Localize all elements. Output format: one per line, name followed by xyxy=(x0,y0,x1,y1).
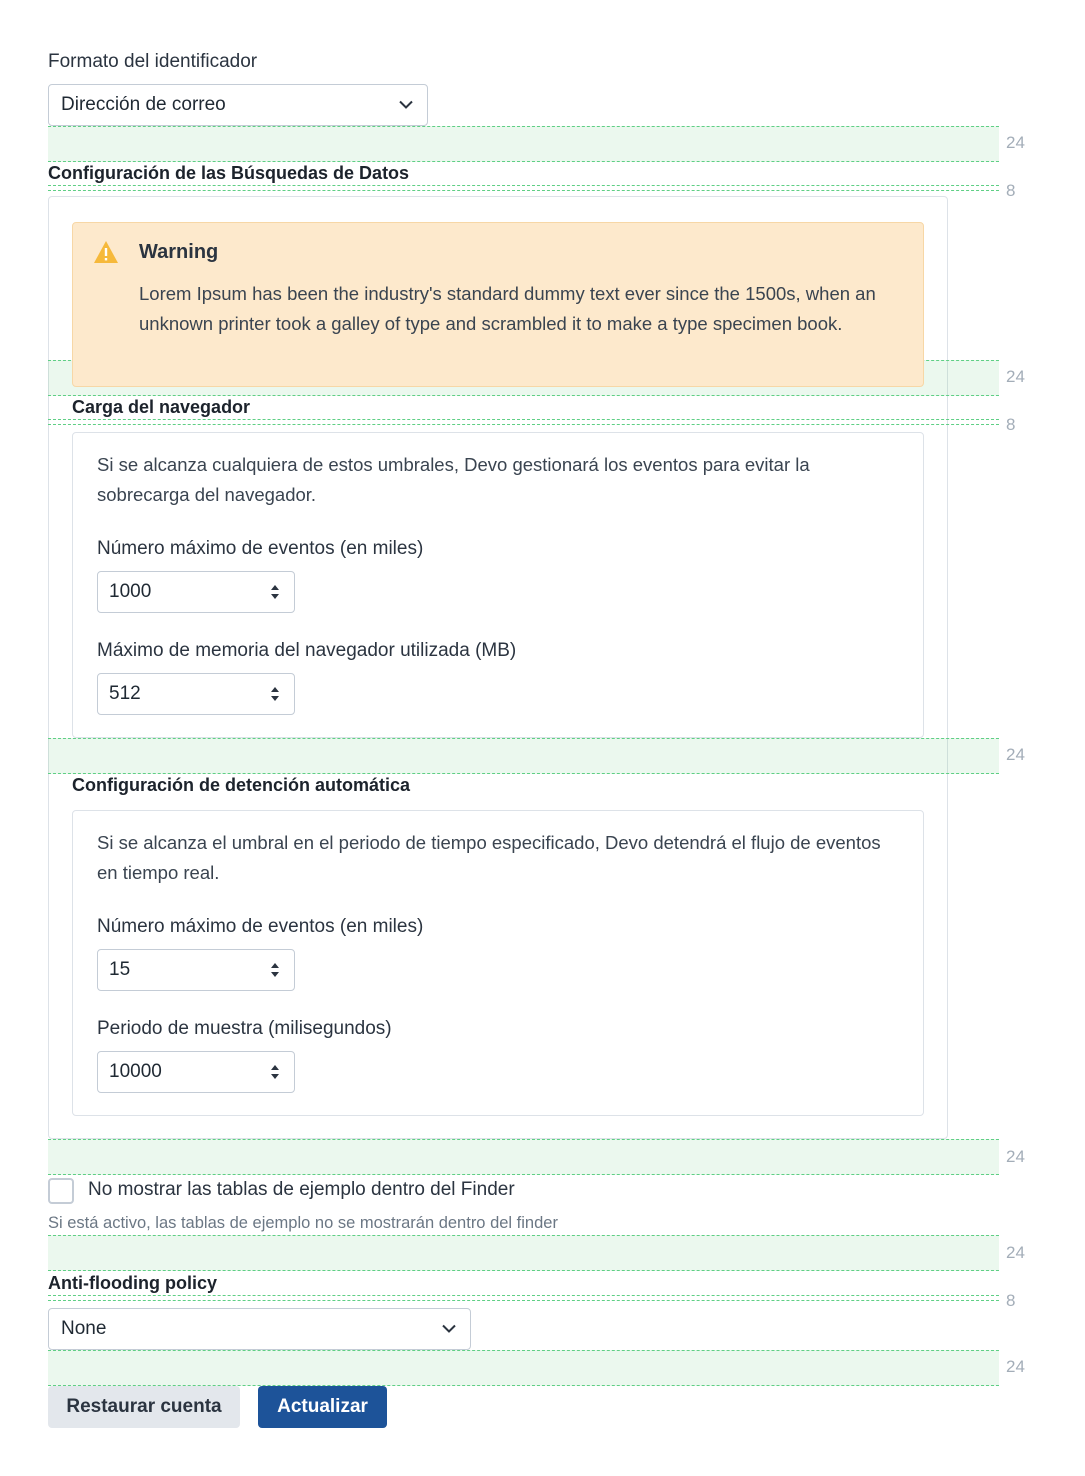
spacing-guide xyxy=(48,1295,999,1301)
warning-text: Lorem Ipsum has been the industry's stan… xyxy=(139,283,876,334)
chevron-down-icon xyxy=(442,1324,456,1333)
spacing-guide xyxy=(48,1350,999,1386)
max-events-label: Número máximo de eventos (en miles) xyxy=(97,538,424,559)
browser-load-title: Carga del navegador xyxy=(72,397,251,417)
sample-period-input[interactable]: 10000 xyxy=(97,1051,295,1093)
sample-period-value: 10000 xyxy=(109,1061,162,1082)
spacing-value: 8 xyxy=(1006,415,1016,434)
auto-stop-title: Configuración de detención automática xyxy=(72,775,411,795)
auto-stop-box: Si se alcanza el umbral en el periodo de… xyxy=(72,810,924,1116)
auto-stop-max-events-input[interactable]: 15 xyxy=(97,949,295,991)
spacing-guide xyxy=(48,1235,999,1271)
stepper-icon[interactable] xyxy=(270,960,280,980)
stepper-icon[interactable] xyxy=(270,684,280,704)
auto-stop-max-events-label: Número máximo de eventos (en miles) xyxy=(97,916,424,937)
warning-triangle-icon xyxy=(94,241,118,263)
identifier-format-label: Formato del identificador xyxy=(48,51,258,72)
spacing-value: 24 xyxy=(1006,133,1025,152)
max-memory-input[interactable]: 512 xyxy=(97,673,295,715)
auto-stop-max-events-value: 15 xyxy=(109,959,131,980)
stepper-icon[interactable] xyxy=(270,1062,280,1082)
browser-load-description: Si se alcanza cualquiera de estos umbral… xyxy=(97,454,810,505)
warning-title: Warning xyxy=(139,241,219,263)
finder-tables-checkbox[interactable] xyxy=(48,1178,74,1204)
spacing-guide xyxy=(48,419,999,425)
update-button[interactable]: Actualizar xyxy=(258,1386,387,1428)
spacing-value: 24 xyxy=(1006,367,1025,386)
identifier-format-value: Dirección de correo xyxy=(61,94,226,115)
max-events-value: 1000 xyxy=(109,581,152,602)
browser-load-box: Si se alcanza cualquiera de estos umbral… xyxy=(72,432,924,738)
search-config-title: Configuración de las Búsquedas de Datos xyxy=(48,163,410,183)
spacing-value: 8 xyxy=(1006,1291,1016,1310)
max-events-input[interactable]: 1000 xyxy=(97,571,295,613)
anti-flooding-select[interactable]: None xyxy=(48,1308,471,1350)
identifier-format-select[interactable]: Dirección de correo xyxy=(48,84,428,126)
max-memory-label: Máximo de memoria del navegador utilizad… xyxy=(97,640,517,661)
stepper-icon[interactable] xyxy=(270,582,280,602)
spacing-value: 24 xyxy=(1006,745,1025,764)
spacing-value: 8 xyxy=(1006,181,1016,200)
spacing-guide xyxy=(48,126,999,162)
max-memory-value: 512 xyxy=(109,683,141,704)
spacing-value: 24 xyxy=(1006,1147,1025,1166)
finder-tables-help: Si está activo, las tablas de ejemplo no… xyxy=(48,1214,558,1232)
warning-alert: Warning Lorem Ipsum has been the industr… xyxy=(72,222,924,387)
spacing-value: 24 xyxy=(1006,1243,1025,1262)
finder-tables-checkbox-label[interactable]: No mostrar las tablas de ejemplo dentro … xyxy=(88,1179,515,1201)
anti-flooding-value: None xyxy=(61,1318,107,1339)
chevron-down-icon xyxy=(399,100,413,109)
restore-account-button[interactable]: Restaurar cuenta xyxy=(48,1386,240,1428)
spacing-guide xyxy=(48,1139,999,1175)
spacing-guide xyxy=(48,738,999,774)
anti-flooding-title: Anti-flooding policy xyxy=(48,1273,217,1293)
auto-stop-description: Si se alcanza el umbral en el periodo de… xyxy=(97,832,881,883)
spacing-value: 24 xyxy=(1006,1357,1025,1376)
sample-period-label: Periodo de muestra (milisegundos) xyxy=(97,1018,392,1039)
spacing-guide xyxy=(48,185,999,191)
